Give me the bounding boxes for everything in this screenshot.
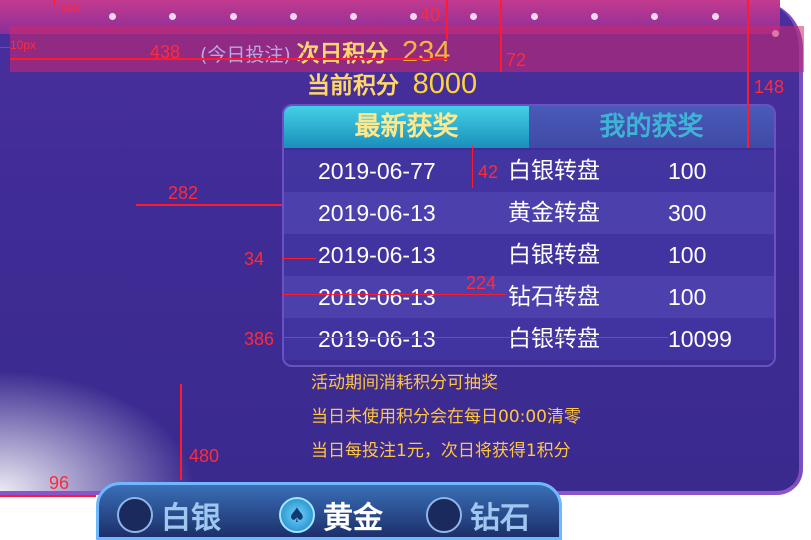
guide-label: 282: [168, 183, 199, 203]
award-amount: 100: [668, 242, 707, 268]
award-date: 2019-06-77: [318, 158, 436, 184]
current-score: 当前积分 8000: [307, 66, 477, 101]
nav-gold[interactable]: ♠ 黄金: [279, 493, 383, 537]
tab-bar: 最新获奖 我的获奖: [284, 106, 774, 148]
guide-line: [282, 258, 316, 259]
guide-line: [0, 495, 96, 497]
nav-label: 黄金: [323, 501, 383, 536]
guide-label: 34: [244, 249, 265, 269]
award-date: 2019-06-13: [318, 284, 436, 310]
light-dot: [470, 13, 477, 20]
award-wheel: 白银转盘: [508, 158, 600, 184]
award-wheel: 黄金转盘: [508, 200, 600, 226]
guide-label: 72: [506, 50, 527, 70]
guide-label: 148: [754, 77, 785, 97]
table-row: 2019-06-13 钻石转盘 100: [284, 276, 774, 318]
current-value: 8000: [412, 68, 478, 100]
award-table: 最新获奖 我的获奖 2019-06-77 白银转盘 100 2019-06-13…: [282, 104, 776, 367]
light-dot: [350, 13, 357, 20]
guide-line: [282, 337, 668, 338]
spade-icon: ♠: [279, 497, 315, 533]
light-dot: [169, 13, 176, 20]
next-day-note: (今日投注): [200, 44, 291, 66]
tab-my-awards[interactable]: 我的获奖: [529, 106, 774, 148]
award-amount: 300: [668, 200, 707, 226]
next-day-label: 次日积分: [296, 41, 389, 67]
tab-latest-awards[interactable]: 最新获奖: [284, 106, 529, 148]
table-row: 2019-06-13 黄金转盘 300: [284, 192, 774, 234]
current-label: 当前积分: [307, 73, 399, 99]
light-dot: [591, 13, 598, 20]
guide-line: [500, 0, 502, 72]
guide-line: [180, 384, 182, 480]
rule-line: 活动期间消耗积分可抽奖: [311, 373, 498, 393]
next-day-value: 234: [401, 36, 451, 68]
wheel-selector: 白银 ♠ 黄金 钻石: [96, 482, 562, 540]
nav-label: 白银: [161, 501, 221, 536]
guide-line: [472, 146, 473, 188]
guide-line: [0, 47, 10, 48]
guide-label: 480: [189, 446, 220, 466]
award-date: 2019-06-13: [318, 326, 436, 352]
radio-circle-icon: [117, 497, 153, 533]
award-wheel: 白银转盘: [508, 326, 600, 352]
light-dot: [290, 13, 297, 20]
light-dot: [410, 13, 417, 20]
guide-label: 438: [150, 42, 181, 62]
guide-label: 42: [478, 162, 499, 182]
award-amount: 100: [668, 158, 707, 184]
guide-line: [136, 204, 282, 206]
light-dot: [109, 13, 116, 20]
radio-circle-icon: [426, 497, 462, 533]
award-wheel: 白银转盘: [508, 242, 600, 268]
guide-label: 10px: [10, 38, 37, 52]
award-date: 2019-06-13: [318, 242, 436, 268]
guide-line: [10, 58, 448, 60]
nav-silver[interactable]: 白银: [117, 493, 221, 537]
award-amount: 10099: [668, 326, 732, 352]
nav-label: 钻石: [470, 501, 530, 536]
award-amount: 100: [668, 284, 707, 310]
light-dot: [230, 13, 237, 20]
guide-line: [446, 0, 448, 40]
light-dot: [651, 13, 658, 20]
rule-line: 当日每投注1元，次日将获得1积分: [311, 441, 571, 461]
guide-label: 6px: [60, 0, 80, 14]
table-row: 2019-06-13 白银转盘 100: [284, 234, 774, 276]
award-wheel: 钻石转盘: [508, 284, 600, 310]
light-dot: [531, 13, 538, 20]
guide-label: 40: [420, 5, 441, 25]
guide-label: 386: [244, 329, 275, 349]
guide-label: 96: [49, 473, 70, 493]
guide-line: [747, 0, 749, 148]
nav-diamond[interactable]: 钻石: [426, 493, 530, 537]
light-dot: [712, 13, 719, 20]
award-date: 2019-06-13: [318, 200, 436, 226]
guide-line: [282, 294, 506, 295]
rules-text: 活动期间消耗积分可抽奖 当日未使用积分会在每日00:00清零 当日每投注1元，次…: [311, 370, 581, 472]
guide-label: 224: [466, 273, 497, 293]
rule-line: 当日未使用积分会在每日00:00清零: [311, 407, 581, 427]
next-day-score: (今日投注) 次日积分 234: [200, 34, 450, 69]
table-row: 2019-06-13 白银转盘 10099: [284, 318, 774, 360]
guide-line: [54, 0, 55, 6]
award-list: 2019-06-77 白银转盘 100 2019-06-13 黄金转盘 300 …: [284, 150, 774, 360]
table-row: 2019-06-77 白银转盘 100: [284, 150, 774, 192]
